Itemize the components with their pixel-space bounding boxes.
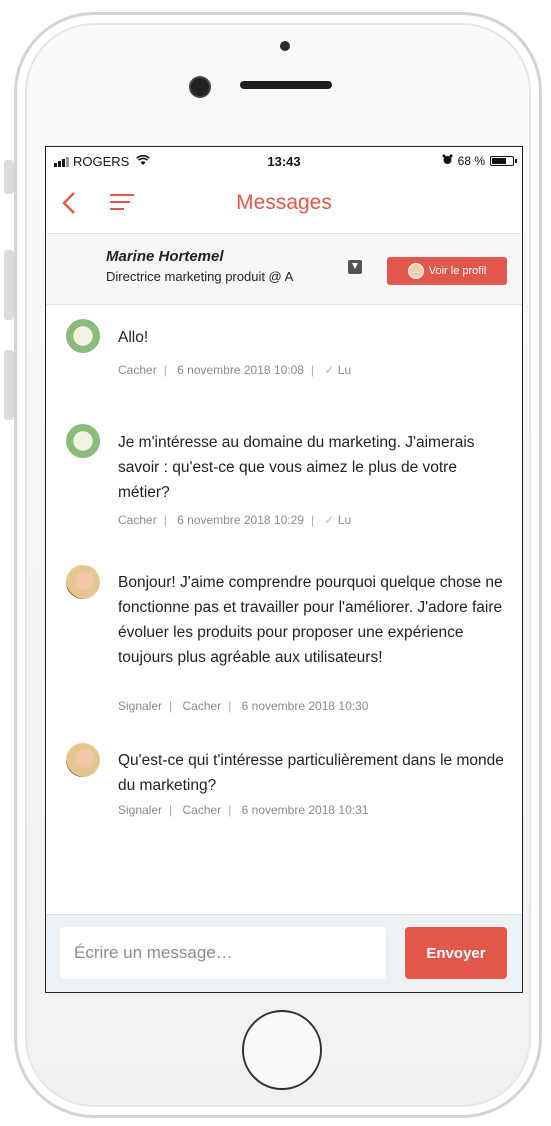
- archive-icon[interactable]: [348, 260, 362, 274]
- message-text: Allo!: [118, 329, 149, 346]
- read-check-icon: ✓: [324, 513, 335, 527]
- message-meta: Signaler | Cacher | 6 novembre 2018 10:31: [118, 803, 369, 817]
- hide-link[interactable]: Cacher: [183, 803, 222, 817]
- volume-up-button: [4, 250, 14, 320]
- status-right: 68 %: [442, 154, 517, 168]
- read-check-icon: ✓: [324, 363, 335, 377]
- message-date: 6 novembre 2018 10:29: [177, 513, 304, 527]
- avatar: [66, 424, 100, 458]
- contact-header: Marine Hortemel Directrice marketing pro…: [46, 234, 522, 305]
- message-text: Je m'intéresse au domaine du marketing. …: [118, 434, 475, 501]
- message-list: Allo! Cacher | 6 novembre 2018 10:08 | ✓ L…: [46, 305, 522, 915]
- contact-name: Marine Hortemel: [106, 248, 224, 265]
- view-profile-label: Voir le profil: [428, 265, 487, 277]
- home-button[interactable]: [242, 1010, 322, 1090]
- nav-bar: Messages: [46, 177, 522, 234]
- report-link[interactable]: Signaler: [118, 803, 162, 817]
- hide-link[interactable]: Cacher: [183, 699, 222, 713]
- avatar: [66, 743, 100, 777]
- message-input[interactable]: [60, 927, 386, 979]
- message-text: Qu'est-ce qui t'intéresse particulièreme…: [118, 752, 504, 794]
- read-status: Lu: [337, 363, 352, 377]
- read-status: Lu: [337, 513, 352, 527]
- contact-subtitle: Directrice marketing produit @ A: [106, 269, 294, 284]
- send-button[interactable]: Envoyer: [405, 927, 507, 979]
- message-meta: Signaler | Cacher | 6 novembre 2018 10:30: [118, 699, 369, 713]
- page-title: Messages: [236, 191, 332, 214]
- message-date: 6 novembre 2018 10:08: [177, 363, 304, 377]
- earpiece-speaker: [240, 81, 332, 89]
- avatar: [66, 319, 100, 353]
- proximity-sensor: [280, 41, 290, 51]
- hide-link[interactable]: Cacher: [118, 513, 157, 527]
- volume-down-button: [4, 350, 14, 420]
- message-date: 6 novembre 2018 10:30: [241, 699, 369, 713]
- message-date: 6 novembre 2018 10:31: [241, 803, 369, 817]
- battery-icon: [490, 156, 517, 166]
- compose-bar: Envoyer: [46, 914, 522, 992]
- phone-screen: ROGERS 13:43 68 % Messages Marine Hortem…: [45, 146, 523, 993]
- avatar: [66, 565, 100, 599]
- report-link[interactable]: Signaler: [118, 699, 162, 713]
- message-meta: Cacher | 6 novembre 2018 10:08 | ✓ Lu: [118, 363, 352, 377]
- view-profile-button[interactable]: Voir le profil: [387, 257, 507, 285]
- alarm-icon: [442, 154, 453, 168]
- front-camera: [191, 78, 209, 96]
- status-bar: ROGERS 13:43 68 %: [46, 147, 522, 177]
- mute-switch: [4, 160, 14, 194]
- battery-percent: 68 %: [457, 154, 485, 168]
- hide-link[interactable]: Cacher: [118, 363, 157, 377]
- message-text: Bonjour! J'aime comprendre pourquoi quel…: [118, 574, 503, 666]
- message-meta: Cacher | 6 novembre 2018 10:29 | ✓ Lu: [118, 513, 352, 527]
- profile-avatar: [407, 263, 424, 279]
